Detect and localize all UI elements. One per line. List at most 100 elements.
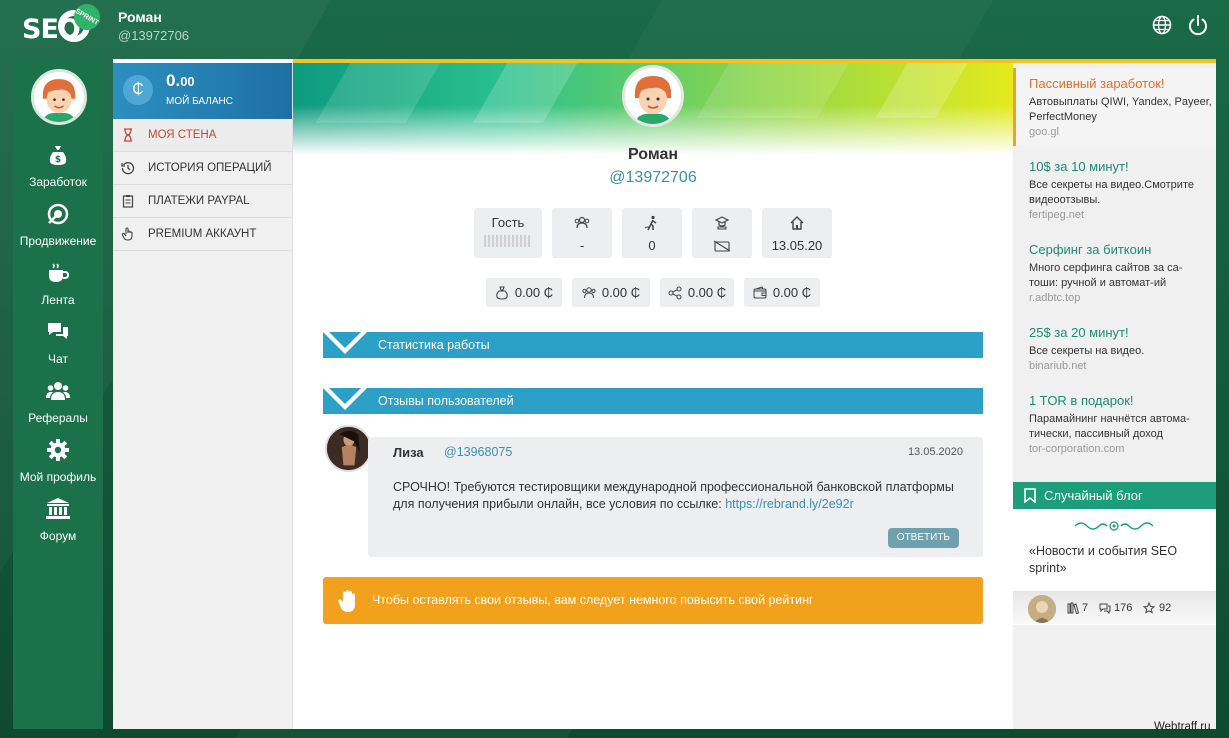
ad-url: r.adbtc.top [1029, 292, 1081, 304]
nav-forum[interactable]: Форум [13, 497, 103, 543]
section-user-reviews-title: Отзывы пользователей [378, 394, 514, 408]
blog-author-avatar[interactable] [1028, 595, 1056, 623]
top-bar: SEO SPRINT Роман @13972706 [0, 0, 1229, 58]
ad-block[interactable]: 25$ за 20 минут! Все секреты на видео. b… [1013, 325, 1216, 372]
avatar[interactable] [31, 69, 87, 125]
photo-avatar [327, 427, 370, 470]
ad-block[interactable]: Серфинг за биткоин Много серфинга сайтов… [1013, 242, 1216, 304]
nav-feed-label: Лента [41, 293, 75, 307]
ad-description: Все секреты на видео.Смотрите видеоотзыв… [1029, 179, 1194, 206]
rating-warning: Чтобы оставлять свои отзывы, вам следует… [323, 577, 983, 624]
balance-card[interactable]: ₵ 0.00 МОЙ БАЛАНС [113, 63, 292, 119]
header-user-id: @13972706 [118, 28, 190, 43]
balance-label: МОЙ БАЛАНС [166, 96, 233, 107]
menu-item-premium[interactable]: Premium аккаунт [113, 218, 292, 251]
stat-registered[interactable]: 13.05.20 [762, 208, 832, 258]
random-blog-post[interactable]: «Новости и события SEO sprint» [1029, 543, 1209, 577]
money-bag-icon [496, 285, 508, 300]
ad-description: Все секреты на видео. [1029, 345, 1145, 357]
nav-promotion-label: Продвижение [19, 234, 97, 248]
nav-my-profile-label: Мой профиль [19, 470, 97, 484]
chat-bubbles-icon [48, 323, 68, 339]
review-author-name[interactable]: Лиза [393, 445, 424, 460]
ad-description: Автовыплаты QIWI, Yandex, Payeer, Perfec… [1029, 96, 1212, 123]
earnings-pill[interactable]: 0.00 ₵ [486, 278, 562, 307]
ad-title[interactable]: Серфинг за биткоин [1029, 242, 1216, 257]
chevron-down-icon [323, 388, 367, 410]
ad-block[interactable]: 1 TOR в подарок! Парамайнинг начнётся ав… [1013, 393, 1216, 455]
star-icon [1143, 602, 1155, 614]
review-body: СРОЧНО! Требуются тестировщики междунаро… [393, 480, 954, 511]
nav-feed[interactable]: Лента [13, 261, 103, 307]
svg-text:$: $ [55, 155, 61, 165]
random-blog-footer: 7 176 92 [1013, 591, 1216, 625]
nav-chat-label: Чат [48, 352, 68, 366]
hand-pointer-icon [121, 227, 133, 241]
section-work-stats[interactable]: Статистика работы [323, 332, 983, 358]
institution-icon [46, 498, 70, 519]
rating-dots [484, 235, 532, 247]
hourglass-icon [124, 128, 132, 142]
globe-icon[interactable] [1152, 15, 1172, 35]
blog-comments: 176 [1114, 602, 1133, 614]
random-blog-body[interactable]: «Новости и события SEO sprint» [1013, 509, 1216, 591]
review-author-avatar[interactable] [325, 425, 372, 472]
nav-promotion[interactable]: Продвижение [13, 202, 103, 248]
avatar-face-icon [634, 76, 672, 124]
nav-earnings[interactable]: $ Заработок [13, 143, 103, 189]
ad-title[interactable]: Пассивный заработок! [1029, 76, 1216, 91]
ad-title[interactable]: 10$ за 10 минут! [1029, 159, 1216, 174]
users-icon [46, 382, 70, 400]
menu-item-my-wall[interactable]: Моя стена [113, 119, 292, 152]
menu-item-history[interactable]: История операций [113, 152, 292, 185]
photo-avatar [1028, 595, 1056, 623]
ad-block[interactable]: Пассивный заработок! Автовыплаты QIWI, Y… [1013, 68, 1216, 146]
share-icon [668, 286, 682, 299]
target-icon [47, 203, 69, 225]
chevron-down-icon [323, 332, 367, 354]
nav-chat[interactable]: Чат [13, 320, 103, 366]
review-author-id[interactable]: @13968075 [444, 445, 512, 459]
coin-icon: ₵ [123, 75, 153, 105]
referral-earnings-pill-text: 0.00 ₵ [601, 285, 641, 300]
section-work-stats-title: Статистика работы [378, 338, 490, 352]
ad-block[interactable]: 10$ за 10 минут! Все секреты на видео.См… [1013, 159, 1216, 221]
reply-button[interactable]: ОТВЕТИТЬ [887, 528, 959, 548]
menu-item-label: Premium аккаунт [148, 228, 257, 240]
profile-avatar[interactable] [622, 65, 684, 127]
watermark: Webtraff.ru [1154, 721, 1211, 733]
stat-activity[interactable]: 0 [622, 208, 682, 258]
avatar-face-icon [42, 79, 76, 122]
stat-status[interactable]: Гость [474, 208, 542, 258]
ad-url: goo.gl [1029, 126, 1059, 138]
no-card-icon [713, 240, 731, 252]
menu-item-paypal[interactable]: Платежи PayPal [113, 185, 292, 218]
hiking-icon [644, 215, 657, 231]
section-user-reviews[interactable]: Отзывы пользователей [323, 388, 983, 414]
history-icon [121, 162, 135, 175]
review-link[interactable]: https://rebrand.ly/2e92r [725, 497, 854, 511]
nav-referrals[interactable]: Рефералы [13, 379, 103, 425]
balance-amount-cents: 00 [180, 74, 195, 89]
stat-referrals[interactable]: - [552, 208, 612, 258]
nav-forum-label: Форум [39, 529, 77, 543]
stat-education[interactable] [692, 208, 752, 258]
shared-earnings-pill[interactable]: 0.00 ₵ [660, 278, 734, 307]
random-blog-header: Случайный блог [1013, 482, 1216, 509]
shared-earnings-pill-text: 0.00 ₵ [687, 285, 727, 300]
account-menu: ₵ 0.00 МОЙ БАЛАНС Моя стена История опер… [113, 63, 293, 729]
referral-earnings-pill[interactable]: 0.00 ₵ [572, 278, 650, 307]
ad-title[interactable]: 1 TOR в подарок! [1029, 393, 1216, 408]
header-user: Роман @13972706 [118, 9, 189, 43]
nav-my-profile[interactable]: Мой профиль [13, 438, 103, 484]
right-sidebar: Пассивный заработок! Автовыплаты QIWI, Y… [1013, 63, 1216, 729]
ad-title[interactable]: 25$ за 20 минут! [1029, 325, 1216, 340]
earnings-pill-text: 0.00 ₵ [514, 285, 554, 300]
profile-name: Роман [627, 146, 679, 163]
power-icon[interactable] [1187, 14, 1209, 36]
blog-rating: 92 [1159, 602, 1172, 614]
ad-url: tor-corporation.com [1029, 443, 1125, 455]
wallet-pill[interactable]: 0.00 ₵ [744, 278, 820, 307]
wallet-icon [753, 285, 767, 298]
logo[interactable]: SEO SPRINT [22, 0, 105, 48]
